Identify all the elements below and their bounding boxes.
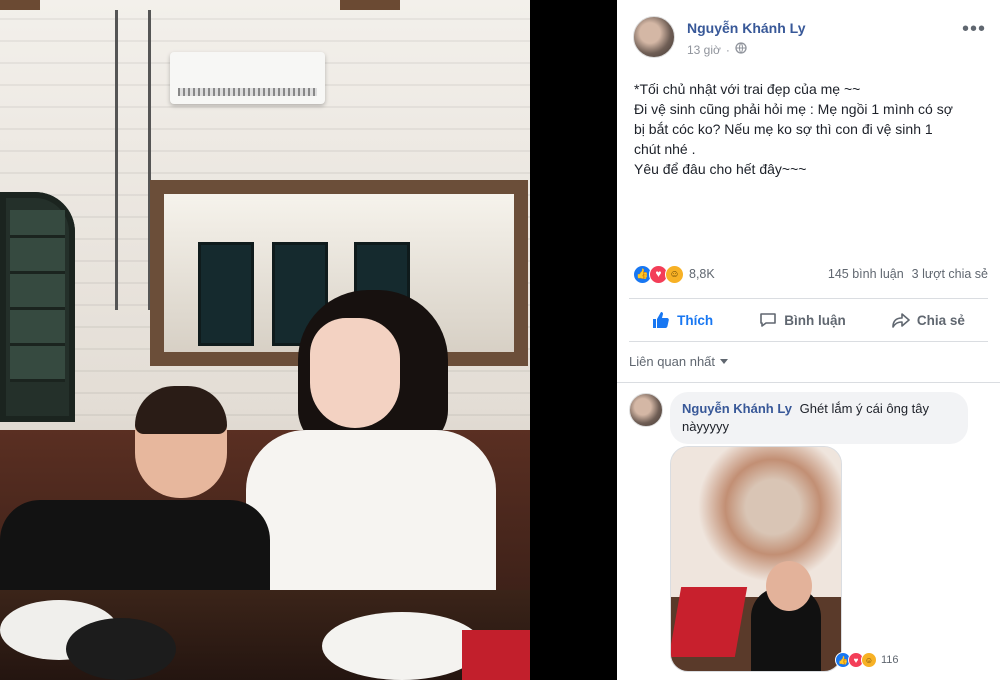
post-panel: Nguyễn Khánh Ly 13 giờ · ••• *Tối chủ nh… bbox=[617, 0, 1000, 680]
like-icon bbox=[652, 311, 670, 329]
comment-icon bbox=[759, 311, 777, 329]
green-door bbox=[0, 192, 75, 422]
mirror-window bbox=[198, 242, 254, 346]
post-actions: Thích Bình luận Chia sẻ bbox=[629, 298, 988, 342]
like-label: Thích bbox=[677, 312, 714, 328]
plate bbox=[322, 612, 482, 680]
author-avatar[interactable] bbox=[633, 16, 675, 58]
post-text-line: bị bắt cóc ko? Nếu mẹ ko sợ thì con đi v… bbox=[634, 121, 933, 137]
ceiling-beam bbox=[0, 0, 40, 10]
post-header bbox=[633, 16, 675, 58]
post-time[interactable]: 13 giờ bbox=[687, 43, 721, 57]
like-button[interactable]: Thích bbox=[652, 311, 713, 329]
caret-down-icon bbox=[719, 354, 729, 369]
comment-reaction-count: 116 bbox=[881, 654, 899, 666]
author-name[interactable]: Nguyễn Khánh Ly bbox=[687, 20, 806, 36]
haha-reaction-icon: ☺ bbox=[861, 652, 877, 668]
globe-icon[interactable] bbox=[735, 42, 747, 57]
air-conditioner bbox=[170, 52, 325, 104]
post-meta: 13 giờ · bbox=[687, 42, 747, 57]
ceiling-beam bbox=[340, 0, 400, 10]
comment-photo[interactable] bbox=[670, 446, 842, 672]
post-text-line: Yêu để đâu cho hết đây~~~ bbox=[634, 161, 807, 177]
reaction-icons[interactable]: 👍 ♥ ☺ bbox=[633, 264, 684, 284]
reaction-count[interactable]: 8,8K bbox=[689, 267, 715, 281]
comment-author[interactable]: Nguyễn Khánh Ly bbox=[682, 401, 792, 416]
share-button[interactable]: Chia sẻ bbox=[892, 311, 965, 329]
post-text: *Tối chủ nhật với trai đẹp của mẹ ~~ Đi … bbox=[634, 79, 984, 179]
comment-sort-label: Liên quan nhất bbox=[629, 354, 716, 369]
wall-cable bbox=[115, 10, 151, 310]
commenter-avatar[interactable] bbox=[629, 393, 663, 427]
reactions-bar: 👍 ♥ ☺ 8,8K 145 bình luận 3 lượt chia sẻ bbox=[633, 262, 988, 286]
post-text-line: Đi vệ sinh cũng phải hỏi mẹ : Mẹ ngồi 1 … bbox=[634, 101, 953, 117]
divider bbox=[617, 382, 1000, 383]
post-text-line: chút nhé . bbox=[634, 141, 696, 157]
photo-napkin bbox=[671, 587, 748, 657]
post-text-line: *Tối chủ nhật với trai đẹp của mẹ ~~ bbox=[634, 81, 861, 97]
mural-wall bbox=[671, 447, 841, 597]
share-icon bbox=[892, 311, 910, 329]
comment-sort-dropdown[interactable]: Liên quan nhất bbox=[629, 354, 729, 369]
fries-bowl bbox=[66, 618, 176, 680]
napkin bbox=[462, 630, 530, 680]
more-icon[interactable]: ••• bbox=[962, 18, 986, 41]
comment-label: Bình luận bbox=[784, 312, 846, 328]
share-count[interactable]: 3 lượt chia sẻ bbox=[912, 267, 988, 281]
photo-boy-head bbox=[766, 561, 812, 611]
engagement-stats: 145 bình luận 3 lượt chia sẻ bbox=[828, 267, 988, 281]
post-photo[interactable] bbox=[0, 0, 530, 680]
comment-button[interactable]: Bình luận bbox=[759, 311, 846, 329]
comment-reactions[interactable]: 👍 ♥ ☺ 116 bbox=[835, 652, 899, 668]
share-label: Chia sẻ bbox=[916, 312, 965, 328]
comment-bubble: Nguyễn Khánh Ly Ghét lắm ý cái ông tây n… bbox=[670, 392, 968, 444]
woman-face bbox=[310, 318, 400, 428]
comment-count[interactable]: 145 bình luận bbox=[828, 267, 904, 281]
dot-separator: · bbox=[725, 42, 730, 57]
haha-reaction-icon: ☺ bbox=[665, 264, 684, 284]
